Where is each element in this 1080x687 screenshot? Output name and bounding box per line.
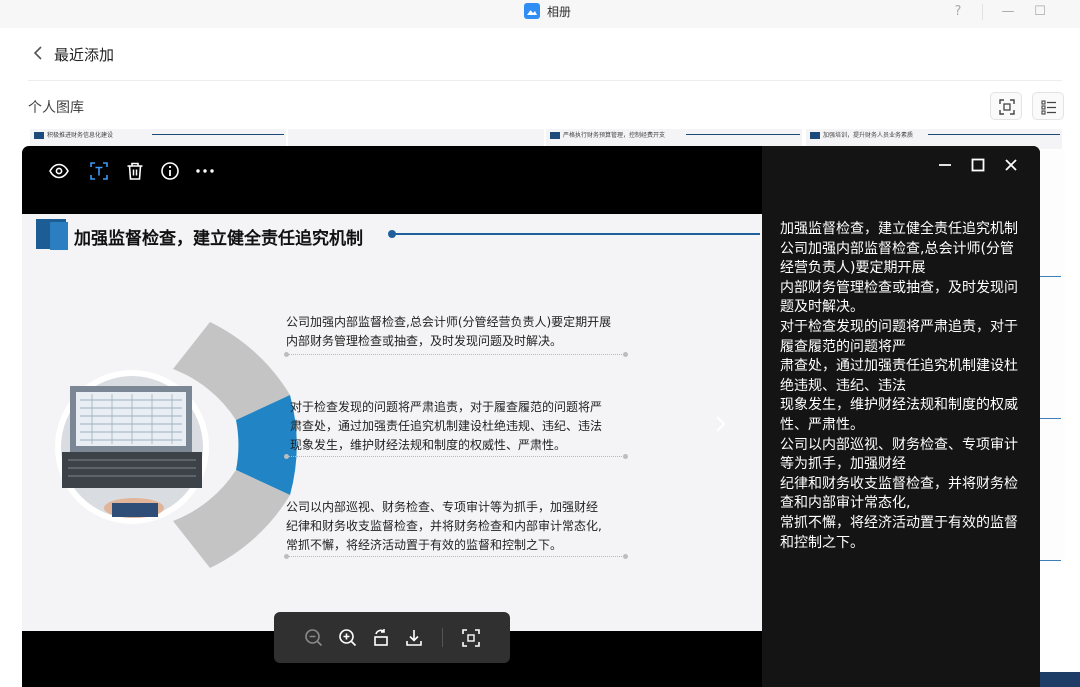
next-image-button[interactable]: [714, 414, 728, 434]
zoom-toolbar: [274, 612, 510, 663]
recognized-text-line: 对于检查发现的问题将严肃追责，对于履查履范的问题将严: [780, 318, 1018, 355]
slide-title-line: [390, 233, 760, 235]
more-button[interactable]: [194, 160, 216, 182]
info-icon: [161, 162, 179, 180]
window-title: 相册: [547, 5, 572, 19]
thumbnail-block: [34, 132, 44, 139]
close-icon[interactable]: [1003, 157, 1019, 173]
text-recognition-panel: 加强监督检查，建立健全责任追究机制 公司加强内部监督检查,总会计师(分管经营负责…: [762, 146, 1040, 687]
title-bar-separator: [982, 4, 983, 20]
zoom-in-icon: [339, 629, 357, 647]
chevron-right-icon: [716, 416, 726, 432]
list-view-button[interactable]: [1032, 92, 1064, 120]
thumbnail-block: [810, 132, 820, 139]
sleeve-image: [112, 503, 158, 517]
trash-icon: [127, 162, 143, 180]
slide-paragraph-line: 常抓不懈，将经济活动置于有效的监督和控制之下。: [286, 538, 563, 552]
eye-icon: [49, 163, 69, 179]
minimize-button[interactable]: —: [996, 2, 1020, 22]
zoom-out-button[interactable]: [302, 626, 326, 650]
scan-text-icon: [999, 99, 1015, 115]
download-button[interactable]: [402, 626, 426, 650]
slide-paragraph-line: 肃查处，通过加强责任追究机制建设杜绝违规、违纪、违法: [290, 419, 603, 433]
help-button[interactable]: ?: [946, 2, 970, 22]
recognized-text-line: 常抓不懈，将经济活动置于有效的监督和控制之下。: [780, 514, 1018, 551]
thumbnail-caption: 严格执行财务预算管理，控制经费开支: [563, 132, 666, 139]
minimize-icon[interactable]: [937, 157, 953, 173]
zoom-in-button[interactable]: [336, 626, 360, 650]
rotate-button[interactable]: [369, 626, 393, 650]
maximize-button[interactable]: ☐: [1028, 2, 1052, 22]
download-icon: [406, 630, 422, 646]
info-button[interactable]: [159, 160, 181, 182]
slide-paragraph: 公司以内部巡视、财务检查、专项审计等为抓手，加强财经 纪律和财务收支监督检查，并…: [286, 498, 602, 555]
text-recognition-icon: [90, 162, 108, 180]
zoom-out-icon: [305, 629, 323, 647]
thumbnail-edge-line: [1039, 560, 1061, 561]
slide-paragraph-line: 纪律和财务收支监督检查，并将财务检查和内部审计常态化,: [286, 519, 602, 533]
slide-paragraph: 公司加强内部监督检查,总会计师(分管经营负责人)要定期开展 内部财务管理检查或抽…: [286, 313, 611, 351]
thumbnail-line: [152, 134, 284, 135]
recognized-text-line: 公司以内部巡视、财务检查、专项审计等为抓手，加强财经: [780, 436, 1018, 473]
recognized-text-line: 现象发生，维护财经法规和制度的权威性、严肃性。: [780, 397, 1018, 433]
recognized-text-line: 公司加强内部监督检查,总会计师(分管经营负责人)要定期开展: [780, 240, 1014, 277]
photos-app-icon: [524, 3, 540, 19]
slide-paragraph-line: 公司以内部巡视、财务检查、专项审计等为抓手，加强财经: [286, 500, 599, 514]
thumbnail-block: [550, 132, 560, 139]
thumbnail-caption: 加强培训，提升财务人员业务素质: [823, 132, 914, 139]
text-recognition-button[interactable]: [88, 160, 110, 182]
show-original-button[interactable]: [48, 160, 70, 182]
fit-screen-icon: [462, 629, 480, 647]
paragraph-divider: [284, 454, 628, 459]
chevron-left-icon: [33, 46, 42, 60]
recognized-text-line: 纪律和财务收支监督检查，并将财务检查和内部审计常态化,: [780, 475, 1018, 512]
recognized-text-line: 内部财务管理检查或抽查，及时发现问题及时解决。: [780, 279, 1018, 316]
paragraph-divider: [284, 554, 628, 559]
thumbnail-caption: 积极推进财务信息化建设: [47, 132, 114, 139]
thumbnail-edge-line: [1039, 276, 1061, 277]
more-icon: [196, 169, 214, 173]
slide-paragraph-line: 现象发生，维护财经法规和制度的权威性、严肃性。: [290, 438, 567, 452]
zoom-toolbar-separator: [442, 628, 443, 647]
rotate-icon: [374, 629, 388, 646]
title-bar: 相册 ? — ☐: [0, 0, 1080, 28]
slide-paragraph-line: 对于检查发现的问题将严肃追责，对于履查履范的问题将严: [290, 400, 603, 414]
header-divider: [28, 80, 1062, 81]
thumbnail-edge: [1040, 672, 1080, 687]
slide-paragraph: 对于检查发现的问题将严肃追责，对于履查履范的问题将严 肃查处，通过加强责任追究机…: [290, 398, 602, 455]
laptop-keyboard: [62, 452, 202, 488]
delete-button[interactable]: [124, 160, 146, 182]
recognized-text-line: 肃查处，通过加强责任追究机制建设杜绝违规、违纪、违法: [780, 358, 1018, 394]
recognized-text-line: 加强监督检查，建立健全责任追究机制: [780, 221, 1018, 237]
image-viewer: 加强监督检查，建立健全责任追究机制 公司加强内部监督检查,总会计师(分管经营负责…: [22, 146, 1040, 687]
paragraph-divider: [284, 352, 628, 357]
slide-paragraph-line: 内部财务管理检查或抽查，及时发现问题及时解决。: [286, 334, 563, 348]
slide-paragraph-line: 公司加强内部监督检查,总会计师(分管经营负责人)要定期开展: [286, 315, 612, 329]
slide-diagram: [55, 322, 297, 568]
fit-screen-button[interactable]: [459, 626, 483, 650]
scan-text-button[interactable]: [990, 92, 1022, 120]
displayed-image: 加强监督检查，建立健全责任追究机制 公司加强内部监督检查,总会计师(分管经营负责…: [22, 214, 762, 631]
thumbnail-edge: [1039, 150, 1065, 560]
section-title: 个人图库: [28, 100, 84, 116]
thumbnail-line: [686, 134, 800, 135]
thumbnail-edge-line: [1039, 418, 1061, 419]
slide-title-block: [50, 222, 68, 250]
back-button[interactable]: [30, 44, 48, 62]
thumbnail-line: [928, 134, 1060, 135]
maximize-icon[interactable]: [970, 157, 986, 173]
page-title: 最近添加: [54, 46, 115, 64]
recognized-text[interactable]: 加强监督检查，建立健全责任追究机制 公司加强内部监督检查,总会计师(分管经营负责…: [780, 220, 1025, 553]
list-view-icon: [1041, 100, 1056, 115]
slide-title: 加强监督检查，建立健全责任追究机制: [74, 229, 363, 249]
